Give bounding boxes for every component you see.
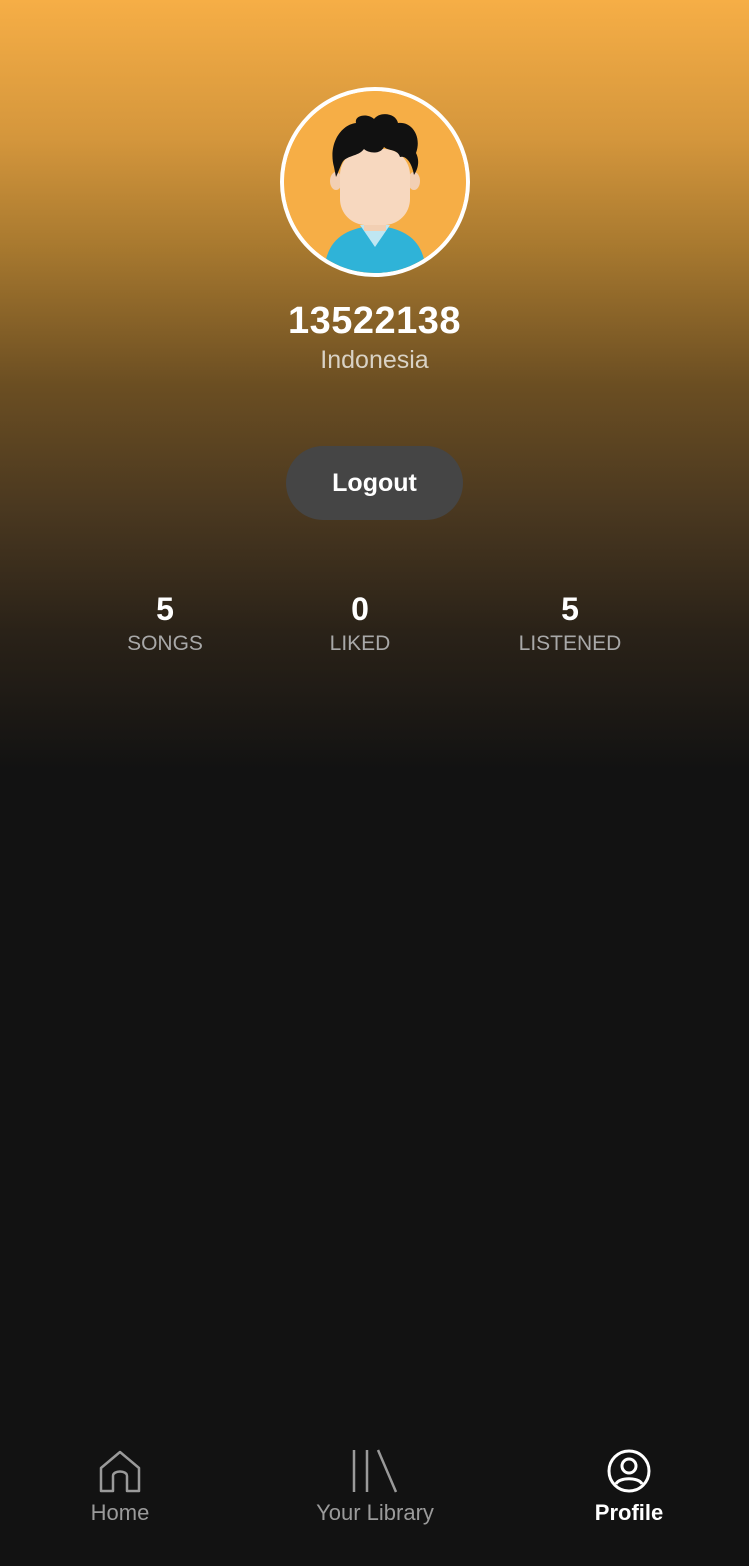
library-icon <box>352 1449 398 1493</box>
nav-item-library[interactable]: Your Library <box>275 1448 475 1548</box>
stat-songs-value: 5 <box>156 591 174 627</box>
stat-liked-value: 0 <box>351 591 369 627</box>
stat-songs-label: SONGS <box>127 632 203 655</box>
profile-screen: 13522138 Indonesia Logout 5 SONGS 0 LIKE… <box>0 0 749 1566</box>
nav-profile-label: Profile <box>594 1500 664 1525</box>
bottom-nav: Home Your Library Profile <box>0 1430 749 1566</box>
user-country: Indonesia <box>320 346 429 374</box>
stat-songs: 5 SONGS <box>75 590 255 658</box>
stat-liked: 0 LIKED <box>270 590 450 658</box>
nav-library-label: Your Library <box>316 1500 434 1525</box>
nav-home-label: Home <box>90 1500 150 1525</box>
username: 13522138 <box>287 300 462 342</box>
stat-liked-label: LIKED <box>329 632 391 655</box>
profile-icon <box>607 1449 651 1493</box>
home-icon <box>99 1450 141 1493</box>
nav-item-home[interactable]: Home <box>20 1448 220 1548</box>
stat-listened: 5 LISTENED <box>480 590 660 658</box>
stat-listened-label: LISTENED <box>518 632 622 655</box>
avatar <box>280 87 470 277</box>
stat-listened-value: 5 <box>561 591 579 627</box>
user-avatar-icon <box>284 91 466 273</box>
nav-item-profile[interactable]: Profile <box>529 1448 729 1548</box>
logout-button[interactable]: Logout <box>286 446 463 520</box>
